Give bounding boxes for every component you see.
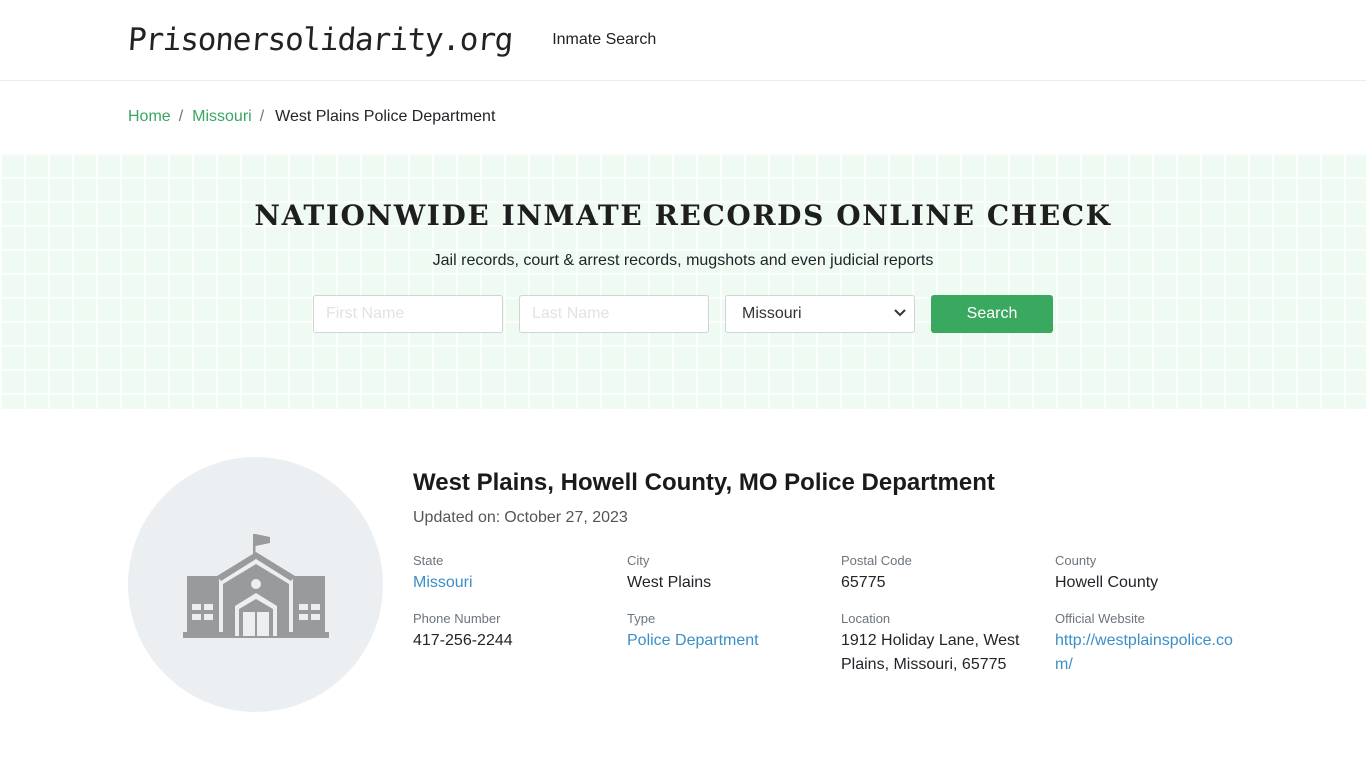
state-select[interactable]: Missouri [725,295,915,333]
updated-label: Updated on: [413,509,501,526]
state-link[interactable]: Missouri [413,571,627,595]
field-location: Location 1912 Holiday Lane, West Plains,… [841,611,1055,677]
breadcrumb: Home / Missouri / West Plains Police Dep… [128,81,1238,153]
field-city: City West Plains [627,553,841,595]
field-value: West Plains [627,574,712,591]
government-building-icon [182,533,329,638]
agency-fields: State Missouri City West Plains Postal C… [413,553,1253,677]
last-name-input[interactable] [519,295,709,333]
field-value: 1912 Holiday Lane, West Plains, Missouri… [841,632,1020,673]
updated-date: October 27, 2023 [504,509,628,526]
breadcrumb-current: West Plains Police Department [275,108,496,125]
field-label: City [627,553,650,568]
field-value: 417-256-2244 [413,632,513,649]
field-type: Type Police Department [627,611,841,677]
agency-detail: West Plains, Howell County, MO Police De… [128,409,1238,768]
field-website: Official Website http://westplainspolice… [1055,611,1245,677]
search-hero: NATIONWIDE INMATE RECORDS ONLINE CHECK J… [0,153,1366,409]
field-label: Location [841,611,891,626]
field-state: State Missouri [413,553,627,595]
agency-info: West Plains, Howell County, MO Police De… [413,469,1253,677]
updated-on: Updated on: October 27, 2023 [413,509,1253,527]
field-label: Postal Code [841,553,912,568]
type-link[interactable]: Police Department [627,629,841,653]
hero-subtitle: Jail records, court & arrest records, mu… [432,252,934,269]
site-header: Prisonersolidarity.org Inmate Search [0,0,1366,81]
nav-inmate-search[interactable]: Inmate Search [552,31,656,49]
breadcrumb-separator: / [178,108,184,125]
state-select-value: Missouri [742,305,802,322]
site-logo[interactable]: Prisonersolidarity.org [127,22,514,58]
field-label: Official Website [1055,611,1145,626]
first-name-input[interactable] [313,295,503,333]
hero-title: NATIONWIDE INMATE RECORDS ONLINE CHECK [254,199,1112,232]
field-postal-code: Postal Code 65775 [841,553,1055,595]
official-website-link[interactable]: http://westplainspolice.com/ [1055,629,1245,677]
field-label: Phone Number [413,611,501,626]
field-value: 65775 [841,574,886,591]
agency-image [128,457,383,712]
breadcrumb-separator: / [259,108,265,125]
field-label: County [1055,553,1097,568]
field-county: County Howell County [1055,553,1245,595]
field-label: Type [627,611,656,626]
breadcrumb-home[interactable]: Home [128,108,171,126]
field-phone: Phone Number 417-256-2244 [413,611,627,677]
search-button[interactable]: Search [931,295,1053,333]
chevron-down-icon [894,308,906,320]
field-label: State [413,553,444,568]
field-value: Howell County [1055,574,1159,591]
agency-title: West Plains, Howell County, MO Police De… [413,469,995,496]
breadcrumb-state[interactable]: Missouri [192,108,252,126]
search-form: Missouri Search [0,295,1366,333]
